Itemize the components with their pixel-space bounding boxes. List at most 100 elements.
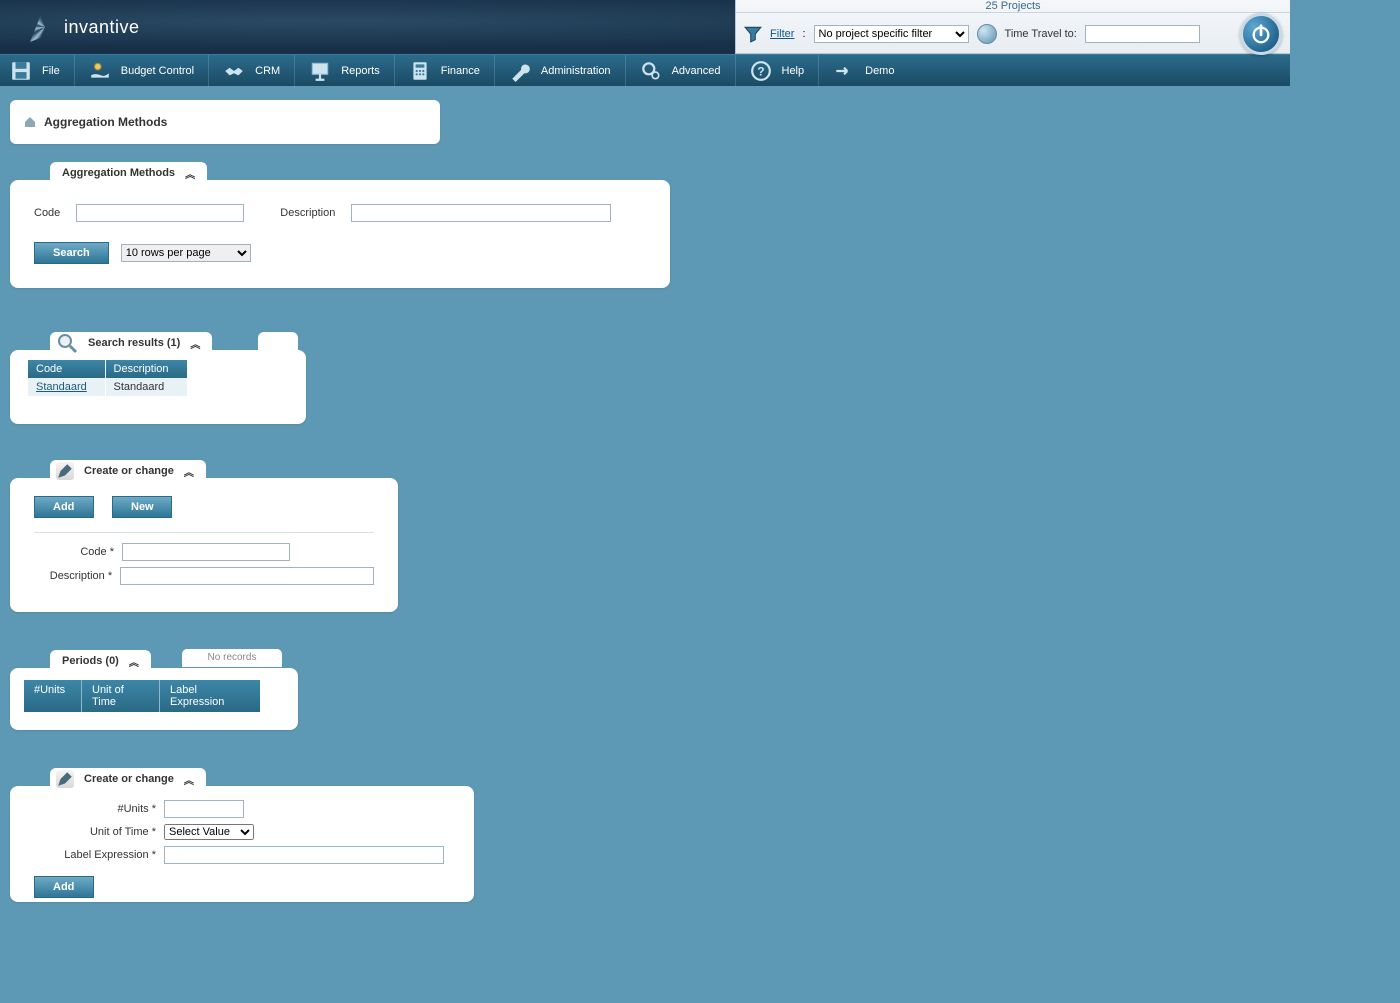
menu-reports[interactable]: Reports <box>294 55 394 87</box>
periods-panel: Periods (0) ︽ No records #Units Unit of … <box>10 668 298 730</box>
tab-label: Create or change <box>84 465 174 477</box>
presentation-icon <box>309 60 331 82</box>
cc2-add-button[interactable]: Add <box>34 876 94 898</box>
tab-label: Aggregation Methods <box>62 167 175 179</box>
cc2-uot-select[interactable]: Select Value <box>164 824 254 840</box>
menu-label: Budget Control <box>121 65 194 77</box>
wrench-icon <box>509 60 531 82</box>
pencil-icon <box>56 462 74 480</box>
app-header: invantive 25 Projects Filter : No projec… <box>0 0 1290 54</box>
chevron-up-icon[interactable]: ︽ <box>190 336 200 351</box>
filter-colon: : <box>802 28 805 40</box>
filter-select[interactable]: No project specific filter <box>814 25 969 43</box>
menu-label: File <box>42 65 60 77</box>
cc1-tab[interactable]: Create or change ︽ <box>50 460 206 482</box>
no-records-tab: No records <box>182 649 282 667</box>
cc1-code-label: Code * <box>34 546 122 558</box>
svg-text:?: ? <box>757 64 764 78</box>
logo-text: invantive <box>64 17 140 38</box>
handshake-icon <box>223 60 245 82</box>
add-button[interactable]: Add <box>34 496 94 518</box>
create-change-panel-1: Create or change ︽ Add New Code * Descri… <box>10 478 398 612</box>
tab-label: Periods (0) <box>62 655 119 667</box>
header-controls: Filter : No project specific filter Time… <box>736 13 1290 55</box>
time-travel-label: Time Travel to: <box>1005 28 1077 40</box>
cc2-lblexp-input[interactable] <box>164 846 444 864</box>
cc1-desc-input[interactable] <box>120 567 374 585</box>
cc2-lblexp-label: Label Expression * <box>34 849 164 861</box>
cell-code-link[interactable]: Standaard <box>28 378 105 396</box>
cc2-uot-label: Unit of Time * <box>34 826 164 838</box>
menu-help[interactable]: ? Help <box>735 55 819 87</box>
menu-label: CRM <box>255 65 280 77</box>
col-label-expression: Label Expression <box>160 680 260 712</box>
col-units: #Units <box>24 680 82 712</box>
periods-header-row: #Units Unit of Time Label Expression <box>24 680 284 712</box>
save-icon <box>10 60 32 82</box>
hand-coins-icon <box>89 60 111 82</box>
calculator-icon <box>409 60 431 82</box>
menu-label: Advanced <box>672 65 721 77</box>
menu-file[interactable]: File <box>4 55 74 87</box>
menu-bar: File Budget Control CRM Reports Finance … <box>0 54 1290 86</box>
pencil-icon <box>56 770 74 788</box>
new-button[interactable]: New <box>112 496 172 518</box>
logo: invantive <box>30 12 140 42</box>
menu-label: Demo <box>865 65 894 77</box>
search-panel-tab[interactable]: Aggregation Methods ︽ <box>50 162 207 184</box>
home-icon[interactable] <box>24 116 36 128</box>
chevron-up-icon[interactable]: ︽ <box>129 654 139 669</box>
help-icon: ? <box>750 60 772 82</box>
tab-label: Search results (1) <box>88 337 180 349</box>
cc2-units-label: #Units * <box>34 803 164 815</box>
blank-tab <box>258 332 298 354</box>
filter-link[interactable]: Filter <box>770 28 794 40</box>
time-travel-input[interactable] <box>1085 25 1200 43</box>
col-description: Description <box>105 360 187 378</box>
menu-budget-control[interactable]: Budget Control <box>74 55 208 87</box>
menu-advanced[interactable]: Advanced <box>625 55 735 87</box>
filter-icon <box>744 25 762 43</box>
menu-label: Administration <box>541 65 611 77</box>
chevron-up-icon[interactable]: ︽ <box>184 464 194 479</box>
cc2-units-input[interactable] <box>164 800 244 818</box>
header-right-panel: 25 Projects Filter : No project specific… <box>735 0 1290 54</box>
menu-administration[interactable]: Administration <box>494 55 625 87</box>
gears-icon <box>640 60 662 82</box>
power-button[interactable] <box>1240 13 1282 55</box>
menu-finance[interactable]: Finance <box>394 55 494 87</box>
menu-crm[interactable]: CRM <box>208 55 294 87</box>
code-label: Code <box>34 207 60 219</box>
divider <box>34 532 374 533</box>
table-header-row: Code Description <box>28 360 188 378</box>
logo-burst-icon <box>30 12 60 42</box>
code-input[interactable] <box>76 204 244 222</box>
cell-description: Standaard <box>105 378 187 396</box>
results-panel-tab[interactable]: Search results (1) ︽ <box>50 332 212 354</box>
cc2-tab[interactable]: Create or change ︽ <box>50 768 206 790</box>
page-title: Aggregation Methods <box>44 115 167 129</box>
breadcrumb: Aggregation Methods <box>10 100 440 144</box>
tab-label: Create or change <box>84 773 174 785</box>
search-panel: Aggregation Methods ︽ Code Description S… <box>10 180 670 288</box>
globe-icon <box>977 24 997 44</box>
rows-per-page-select[interactable]: 10 rows per page <box>121 244 251 262</box>
chevron-up-icon[interactable]: ︽ <box>184 772 194 787</box>
menu-label: Reports <box>341 65 380 77</box>
menu-demo[interactable]: Demo <box>818 55 908 87</box>
chevron-up-icon[interactable]: ︽ <box>185 166 195 181</box>
description-input[interactable] <box>351 204 611 222</box>
results-panel: Search results (1) ︽ Code Description St… <box>10 350 306 424</box>
menu-label: Finance <box>441 65 480 77</box>
menu-label: Help <box>782 65 805 77</box>
table-row: Standaard Standaard <box>28 378 188 396</box>
cc1-desc-label: Description * <box>34 570 120 582</box>
search-button[interactable]: Search <box>34 242 109 264</box>
periods-tab[interactable]: Periods (0) ︽ <box>50 650 151 672</box>
description-label: Description <box>280 207 335 219</box>
arrow-icon <box>833 60 855 82</box>
results-table: Code Description Standaard Standaard <box>28 360 188 396</box>
search-icon <box>56 332 78 354</box>
cc1-code-input[interactable] <box>122 543 290 561</box>
col-code: Code <box>28 360 105 378</box>
